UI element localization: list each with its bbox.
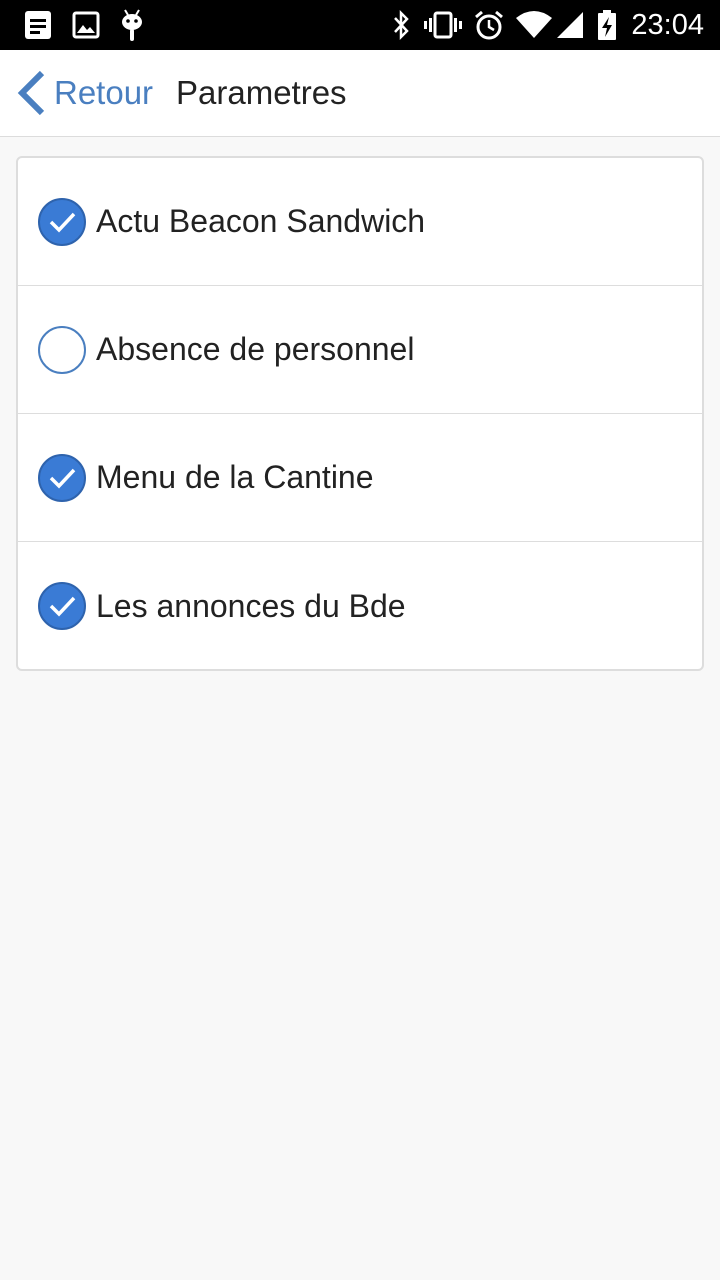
notes-icon	[22, 0, 54, 50]
status-time: 23:04	[631, 9, 704, 41]
signal-icon	[554, 0, 586, 50]
checkbox-checked-icon[interactable]	[38, 197, 86, 246]
status-bar: 23:04	[0, 0, 720, 50]
checkbox-unchecked-icon[interactable]	[38, 325, 86, 374]
back-button[interactable]: Retour	[16, 50, 153, 136]
back-label: Retour	[54, 74, 154, 111]
wifi-icon	[514, 0, 554, 50]
bluetooth-icon	[388, 0, 414, 50]
vibrate-icon	[424, 0, 462, 50]
alarm-icon	[472, 0, 506, 50]
image-icon	[70, 0, 102, 50]
chevron-left-icon	[16, 69, 46, 117]
list-item-label: Actu Beacon Sandwich	[96, 203, 426, 239]
settings-list: Actu Beacon Sandwich Absence de personne…	[16, 156, 704, 671]
list-item-label: Les annonces du Bde	[96, 587, 406, 624]
header-bar: Retour Parametres	[0, 50, 720, 137]
list-item[interactable]: Absence de personnel	[18, 286, 702, 414]
checkbox-checked-icon[interactable]	[38, 453, 86, 502]
battery-charging-icon	[594, 0, 620, 50]
checkbox-checked-icon[interactable]	[38, 582, 86, 630]
list-item-label: Absence de personnel	[96, 331, 415, 367]
list-item-label: Menu de la Cantine	[96, 459, 374, 495]
list-item[interactable]: Menu de la Cantine	[18, 414, 702, 542]
list-item[interactable]: Les annonces du Bde	[18, 542, 702, 669]
page-title: Parametres	[176, 74, 347, 111]
list-item[interactable]: Actu Beacon Sandwich	[18, 158, 702, 286]
android-icon	[116, 0, 148, 50]
